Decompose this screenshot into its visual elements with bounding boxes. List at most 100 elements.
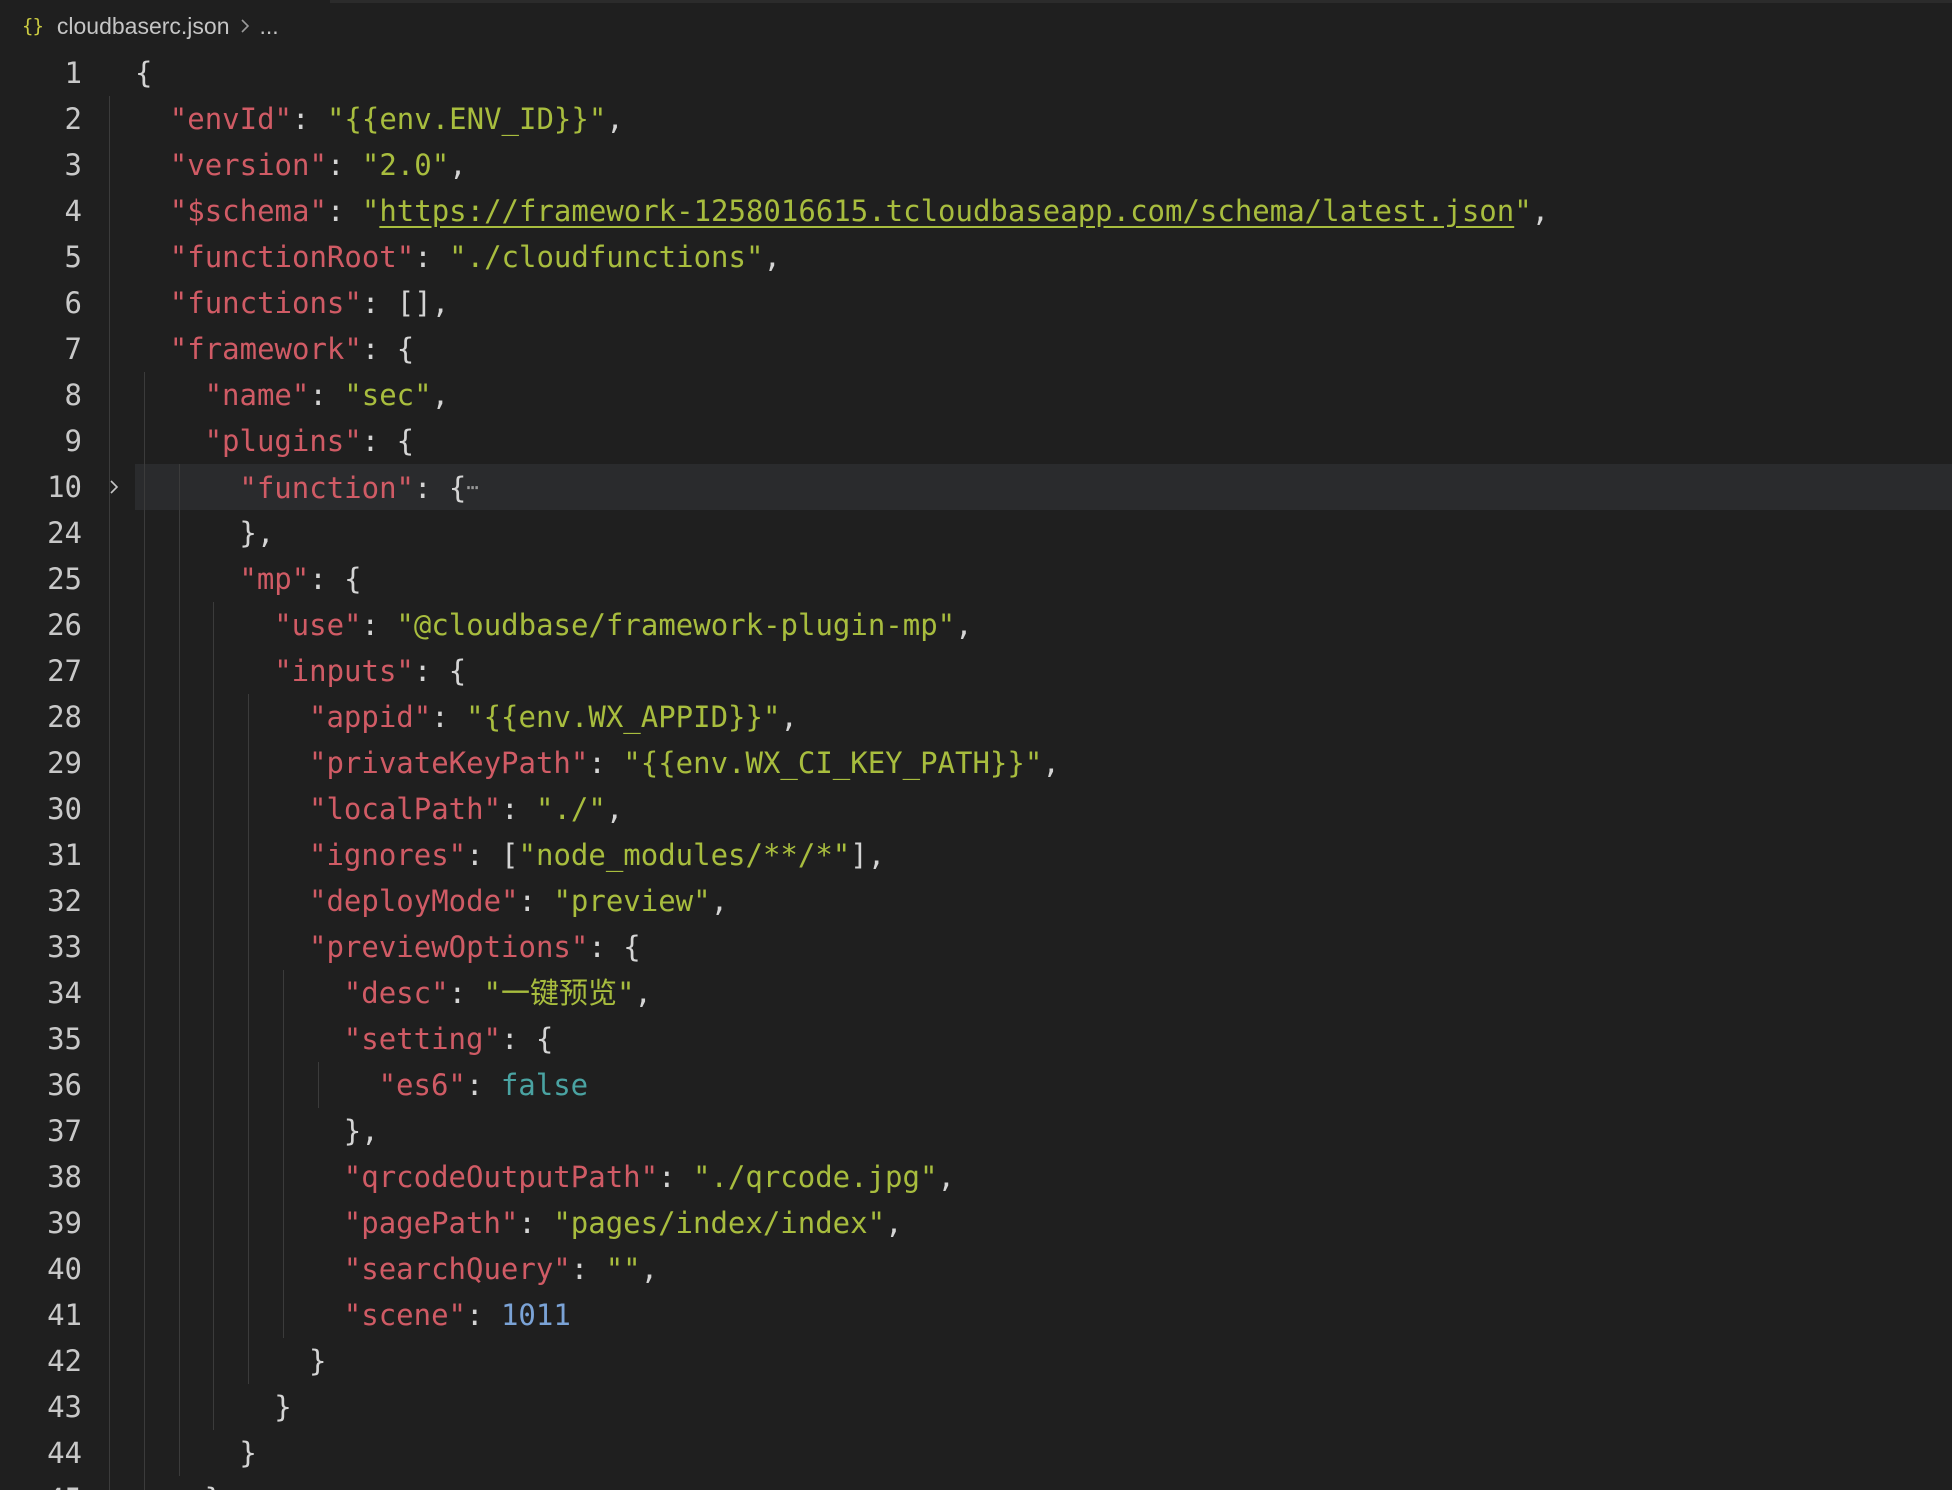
code-line[interactable]: 37}, xyxy=(0,1108,1952,1154)
json-punctuation: : xyxy=(466,1298,501,1332)
json-string: "" xyxy=(605,1252,641,1286)
json-string: "一键预览" xyxy=(483,976,635,1010)
code-line[interactable]: 26 "use": "@cloudbase/framework-plugin-mp… xyxy=(0,602,1952,648)
json-key: "framework" xyxy=(169,332,362,366)
code-text: "inputs": { xyxy=(274,648,466,694)
code-text: "desc": "一键预览", xyxy=(344,970,652,1016)
code-line[interactable]: 6 "functions": [], xyxy=(0,280,1952,326)
json-punctuation: : xyxy=(361,608,397,642)
code-line[interactable]: 25 "mp": { xyxy=(0,556,1952,602)
json-string: "./cloudfunctions" xyxy=(449,240,764,274)
json-punctuation: : xyxy=(414,240,450,274)
code-line[interactable]: 30 "localPath": "./", xyxy=(0,786,1952,832)
code-line[interactable]: 36 "es6": false xyxy=(0,1062,1952,1108)
code-line[interactable]: 42} xyxy=(0,1338,1952,1384)
json-string: "{{env.ENV_ID}}" xyxy=(326,102,607,136)
json-key: "$schema" xyxy=(169,194,327,228)
code-text: }, xyxy=(239,510,274,556)
code-text: "es6": false xyxy=(379,1062,589,1108)
breadcrumb-more[interactable]: ... xyxy=(260,13,279,40)
json-string: " xyxy=(1514,194,1532,228)
code-line[interactable]: 35 "setting": { xyxy=(0,1016,1952,1062)
code-line[interactable]: 4 "$schema": "https://framework-125801661… xyxy=(0,188,1952,234)
json-punctuation: }, xyxy=(343,1114,379,1148)
line-number: 29 xyxy=(47,746,82,780)
code-line[interactable]: 1{ xyxy=(0,50,1952,96)
code-line[interactable]: 2 "envId": "{{env.ENV_ID}}", xyxy=(0,96,1952,142)
json-string: "node_modules/**/*" xyxy=(518,838,851,872)
code-line[interactable]: 44} xyxy=(0,1430,1952,1476)
code-text: } xyxy=(274,1384,291,1430)
json-punctuation: : xyxy=(570,1252,606,1286)
code-text: }, xyxy=(205,1476,240,1490)
code-line[interactable]: 29 "privateKeyPath": "{{env.WX_CI_KEY_PAT… xyxy=(0,740,1952,786)
code-line[interactable]: 33 "previewOptions": { xyxy=(0,924,1952,970)
code-editor[interactable]: 1{2 "envId": "{{env.ENV_ID}}", 3 "version":… xyxy=(0,50,1952,1490)
json-punctuation: , xyxy=(955,608,973,642)
json-punctuation: : { xyxy=(413,654,467,688)
code-line[interactable]: 39 "pagePath": "pages/index/index", xyxy=(0,1200,1952,1246)
code-line[interactable]: 41 "scene": 1011 xyxy=(0,1292,1952,1338)
line-number: 31 xyxy=(47,838,82,872)
code-line[interactable]: 9 "plugins": { xyxy=(0,418,1952,464)
json-punctuation: , xyxy=(1042,746,1060,780)
line-number: 33 xyxy=(47,930,82,964)
line-number: 4 xyxy=(64,194,82,228)
folded-ellipsis[interactable]: ⋯ xyxy=(466,475,478,499)
code-line[interactable]: 32 "deployMode": "preview", xyxy=(0,878,1952,924)
json-punctuation: ], xyxy=(850,838,886,872)
line-number: 1 xyxy=(64,56,82,90)
code-line[interactable]: 40 "searchQuery": "", xyxy=(0,1246,1952,1292)
line-number: 43 xyxy=(47,1390,82,1424)
code-text: "privateKeyPath": "{{env.WX_CI_KEY_PATH}… xyxy=(309,740,1060,786)
line-number: 2 xyxy=(64,102,82,136)
json-punctuation: : xyxy=(326,148,362,182)
breadcrumb: {} cloudbaserc.json ... xyxy=(0,0,1952,52)
json-punctuation: : { xyxy=(500,1022,554,1056)
json-punctuation: , xyxy=(780,700,798,734)
code-line[interactable]: 43} xyxy=(0,1384,1952,1430)
code-line[interactable]: 31 "ignores": ["node_modules/**/*"], xyxy=(0,832,1952,878)
code-line[interactable]: 28 "appid": "{{env.WX_APPID}}", xyxy=(0,694,1952,740)
json-key: "version" xyxy=(169,148,327,182)
json-string: "sec" xyxy=(344,378,432,412)
code-text: "function": {⋯ xyxy=(239,464,478,511)
json-url-link[interactable]: https://framework-1258016615.tcloudbasea… xyxy=(379,194,1514,228)
code-line[interactable]: 24}, xyxy=(0,510,1952,556)
json-punctuation: }, xyxy=(239,516,275,550)
json-key: "mp" xyxy=(239,562,310,596)
json-key: "inputs" xyxy=(274,654,414,688)
json-punctuation: : xyxy=(501,792,536,826)
line-number: 3 xyxy=(64,148,82,182)
code-text: "deployMode": "preview", xyxy=(309,878,728,924)
breadcrumb-filename[interactable]: cloudbaserc.json xyxy=(57,13,230,40)
code-line[interactable]: 38 "qrcodeOutputPath": "./qrcode.jpg", xyxy=(0,1154,1952,1200)
json-punctuation: , xyxy=(640,1252,659,1286)
json-punctuation: : xyxy=(518,1206,554,1240)
line-number: 10 xyxy=(47,470,82,504)
code-line[interactable]: 10 "function": {⋯ xyxy=(47,464,1952,511)
code-line[interactable]: 3 "version": "2.0", xyxy=(0,142,1952,188)
json-punctuation: } xyxy=(239,1436,257,1470)
json-punctuation: : xyxy=(658,1160,693,1194)
json-punctuation: , xyxy=(763,240,781,274)
code-text: "setting": { xyxy=(344,1016,554,1062)
code-line[interactable]: 7 "framework": { xyxy=(0,326,1952,372)
json-string: "preview" xyxy=(553,884,711,918)
code-text: }, xyxy=(344,1108,379,1154)
code-line[interactable]: 27 "inputs": { xyxy=(0,648,1952,694)
code-line[interactable]: 34 "desc": "一键预览", xyxy=(0,970,1952,1016)
json-punctuation: { xyxy=(135,56,153,90)
line-number: 26 xyxy=(47,608,82,642)
code-line[interactable]: 5 "functionRoot": "./cloudfunctions", xyxy=(0,234,1952,280)
indent-guide xyxy=(248,694,250,1384)
code-line[interactable]: 45}, xyxy=(0,1476,1952,1490)
line-number: 27 xyxy=(47,654,82,688)
json-punctuation: : [], xyxy=(361,286,450,320)
code-line[interactable]: 8 "name": "sec", xyxy=(0,372,1952,418)
line-number: 41 xyxy=(47,1298,82,1332)
code-text: "$schema": "https://framework-1258016615… xyxy=(170,188,1549,234)
json-punctuation: } xyxy=(309,1344,327,1378)
json-number: 1011 xyxy=(500,1298,571,1332)
json-string: " xyxy=(361,194,380,228)
